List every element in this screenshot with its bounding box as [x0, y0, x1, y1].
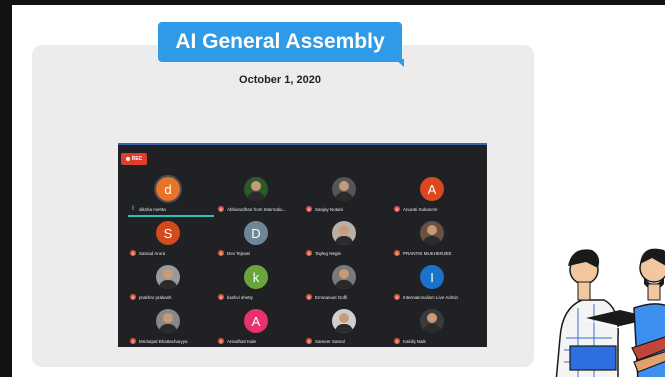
participant-name: Sanjay Notani [315, 206, 344, 212]
participant-tile[interactable]: ✕ Emmanuel Goffi [302, 261, 390, 305]
participant-tile[interactable]: D ✕ Dev Tejnani [214, 217, 302, 261]
participant-tile[interactable]: ✕ PRANTIK MUKHERJEE [390, 217, 478, 261]
mic-muted-icon: ✕ [218, 294, 224, 300]
participant-avatar: k [244, 265, 268, 289]
participant-name-row: ✕ prakhar prakash [130, 293, 214, 301]
participant-name-row: ✕ Dev Tejnani [218, 249, 302, 257]
participant-name: Samad Arora [139, 250, 166, 256]
participant-name-row: ✕ Samad Arora [130, 249, 214, 257]
participant-avatar [332, 221, 356, 245]
video-call-screenshot: REC d ‖ diksha mehta ✕ Abhivardhan from Inte… [118, 143, 487, 347]
participant-avatar [156, 265, 180, 289]
participant-avatar: D [244, 221, 268, 245]
participant-name: Kalobj Naik [403, 338, 426, 344]
mic-muted-icon: ✕ [218, 338, 224, 344]
avatar-initial: I [430, 269, 434, 285]
recording-label: REC [131, 156, 143, 162]
recording-badge: REC [121, 153, 147, 165]
record-dot-icon [125, 157, 130, 161]
participant-tile[interactable]: ✕ prakhar prakash [126, 261, 214, 305]
mic-muted-icon: ✕ [130, 338, 136, 344]
audio-active-icon: ‖ [131, 206, 135, 212]
slide-title: AI General Assembly [158, 22, 402, 62]
participant-name: Sameer Samal [315, 338, 345, 344]
participant-tile[interactable]: d ‖ diksha mehta [126, 173, 214, 217]
participant-name-row: ✕ kashvi shetty [218, 293, 302, 301]
participant-tile[interactable]: ✕ Abhivardhan from Internatio... [214, 173, 302, 217]
participant-avatar [332, 177, 356, 201]
mic-muted-icon: ✕ [218, 250, 224, 256]
participant-grid: d ‖ diksha mehta ✕ Abhivardhan from Internat… [126, 173, 478, 349]
participant-avatar [420, 221, 444, 245]
participant-name: diksha mehta [139, 206, 166, 212]
avatar-initial: k [252, 269, 260, 285]
participant-name-row: ✕ Abhivardhan from Internatio... [218, 205, 302, 213]
mic-muted-icon: ✕ [130, 294, 136, 300]
title-callout-tail [395, 59, 404, 67]
participant-avatar [332, 265, 356, 289]
participant-name: Anindhati Kale [227, 338, 257, 344]
participant-name-row: ✕ Sanjay Notani [306, 205, 390, 213]
participant-name-row: ✕ PRANTIK MUKHERJEE [394, 249, 478, 257]
slide-date: October 1, 2020 [239, 74, 321, 86]
participant-name-row: ✕ Anindhati Kale [218, 337, 302, 345]
participant-avatar [332, 309, 356, 333]
participant-avatar: A [420, 177, 444, 201]
participant-avatar [244, 177, 268, 201]
mic-muted-icon: ✕ [394, 338, 400, 344]
participant-name-row: ‖ diksha mehta [130, 205, 214, 213]
avatar-initial: d [164, 181, 172, 197]
mic-muted-icon: ✕ [306, 294, 312, 300]
participant-name-row: ✕ Internationalism Live Admin [394, 293, 478, 301]
participant-tile[interactable]: ✕ Tayleg Negie [302, 217, 390, 261]
participant-tile[interactable]: k ✕ kashvi shetty [214, 261, 302, 305]
content-card: REC d ‖ diksha mehta ✕ Abhivardhan from Inte… [32, 45, 534, 367]
participant-name: Mridutpal Bhattacharyya [139, 338, 188, 344]
participant-name: Emmanuel Goffi [315, 294, 348, 300]
participant-name-row: ✕ Sameer Samal [306, 337, 390, 345]
participant-tile[interactable]: S ✕ Samad Arora [126, 217, 214, 261]
participant-name: Abhivardhan from Internatio... [227, 206, 287, 212]
mic-muted-icon: ✕ [394, 206, 400, 212]
participant-avatar [156, 309, 180, 333]
participant-tile[interactable]: ✕ Sameer Samal [302, 305, 390, 349]
mic-muted-icon: ✕ [394, 294, 400, 300]
participant-tile[interactable]: ✕ Mridutpal Bhattacharyya [126, 305, 214, 349]
participant-tile[interactable]: ✕ Kalobj Naik [390, 305, 478, 349]
presentation-slide: REC d ‖ diksha mehta ✕ Abhivardhan from Inte… [12, 5, 665, 377]
participant-name: Internationalism Live Admin [403, 294, 459, 300]
avatar-initial: A [427, 181, 437, 197]
participant-name-row: ✕ Mridutpal Bhattacharyya [130, 337, 214, 345]
participant-tile[interactable]: A ✕ Anurati Sukanem [390, 173, 478, 217]
participant-name: Anurati Sukanem [403, 206, 438, 212]
participant-tile[interactable]: A ✕ Anindhati Kale [214, 305, 302, 349]
people-reading-illustration [555, 248, 665, 377]
participant-avatar: d [156, 177, 180, 201]
participant-name: kashvi shetty [227, 294, 254, 300]
mic-muted-icon: ✕ [218, 206, 224, 212]
participant-name-row: ✕ Kalobj Naik [394, 337, 478, 345]
participant-tile[interactable]: ✕ Sanjay Notani [302, 173, 390, 217]
mic-muted-icon: ✕ [306, 206, 312, 212]
participant-avatar [420, 309, 444, 333]
participant-name-row: ✕ Emmanuel Goffi [306, 293, 390, 301]
participant-name: prakhar prakash [139, 294, 172, 300]
participant-avatar: A [244, 309, 268, 333]
participant-name: Dev Tejnani [227, 250, 251, 256]
participant-avatar: I [420, 265, 444, 289]
participant-name-row: ✕ Anurati Sukanem [394, 205, 478, 213]
participant-name: Tayleg Negie [315, 250, 342, 256]
avatar-initial: D [251, 225, 261, 241]
participant-name-row: ✕ Tayleg Negie [306, 249, 390, 257]
avatar-initial: S [163, 225, 173, 241]
mic-muted-icon: ✕ [306, 338, 312, 344]
participant-name: PRANTIK MUKHERJEE [403, 250, 452, 256]
mic-muted-icon: ✕ [130, 250, 136, 256]
mic-muted-icon: ✕ [394, 250, 400, 256]
participant-tile[interactable]: I ✕ Internationalism Live Admin [390, 261, 478, 305]
mic-muted-icon: ✕ [306, 250, 312, 256]
avatar-initial: A [251, 313, 261, 329]
participant-avatar: S [156, 221, 180, 245]
